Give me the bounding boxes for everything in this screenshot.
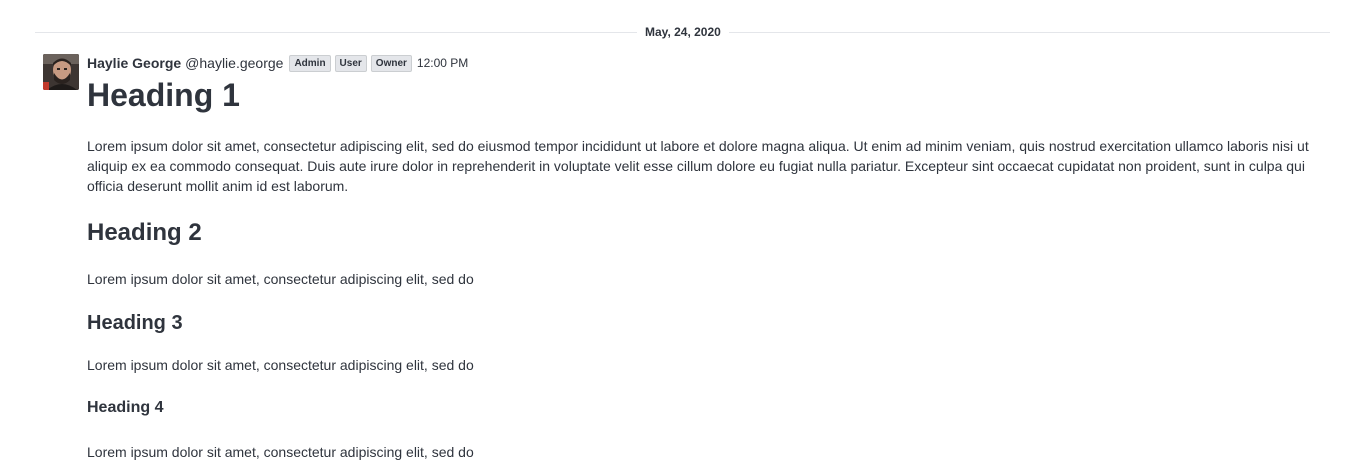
role-badge-user: User	[334, 54, 367, 72]
role-badge-owner: Owner	[370, 54, 412, 72]
message-header: Haylie George @haylie.george Admin User …	[87, 54, 1323, 72]
date-divider-label: May, 24, 2020	[637, 24, 729, 40]
heading-2: Heading 2	[87, 219, 202, 246]
avatar-image	[43, 54, 79, 90]
message-content: Haylie George @haylie.george Admin User …	[87, 54, 1323, 462]
paragraph-4: Lorem ipsum dolor sit amet, consectetur …	[87, 444, 474, 460]
paragraph-2: Lorem ipsum dolor sit amet, consectetur …	[87, 271, 474, 287]
role-badge-admin: Admin	[289, 54, 331, 72]
heading-4: Heading 4	[87, 399, 164, 416]
author-username[interactable]: @haylie.george	[185, 55, 283, 71]
avatar[interactable]	[43, 54, 79, 90]
author-name[interactable]: Haylie George	[87, 55, 181, 71]
heading-1: Heading 1	[87, 77, 240, 113]
message-timestamp[interactable]: 12:00 PM	[417, 56, 468, 70]
paragraph-1: Lorem ipsum dolor sit amet, consectetur …	[87, 138, 1309, 194]
paragraph-3: Lorem ipsum dolor sit amet, consectetur …	[87, 357, 474, 373]
heading-3: Heading 3	[87, 312, 183, 334]
